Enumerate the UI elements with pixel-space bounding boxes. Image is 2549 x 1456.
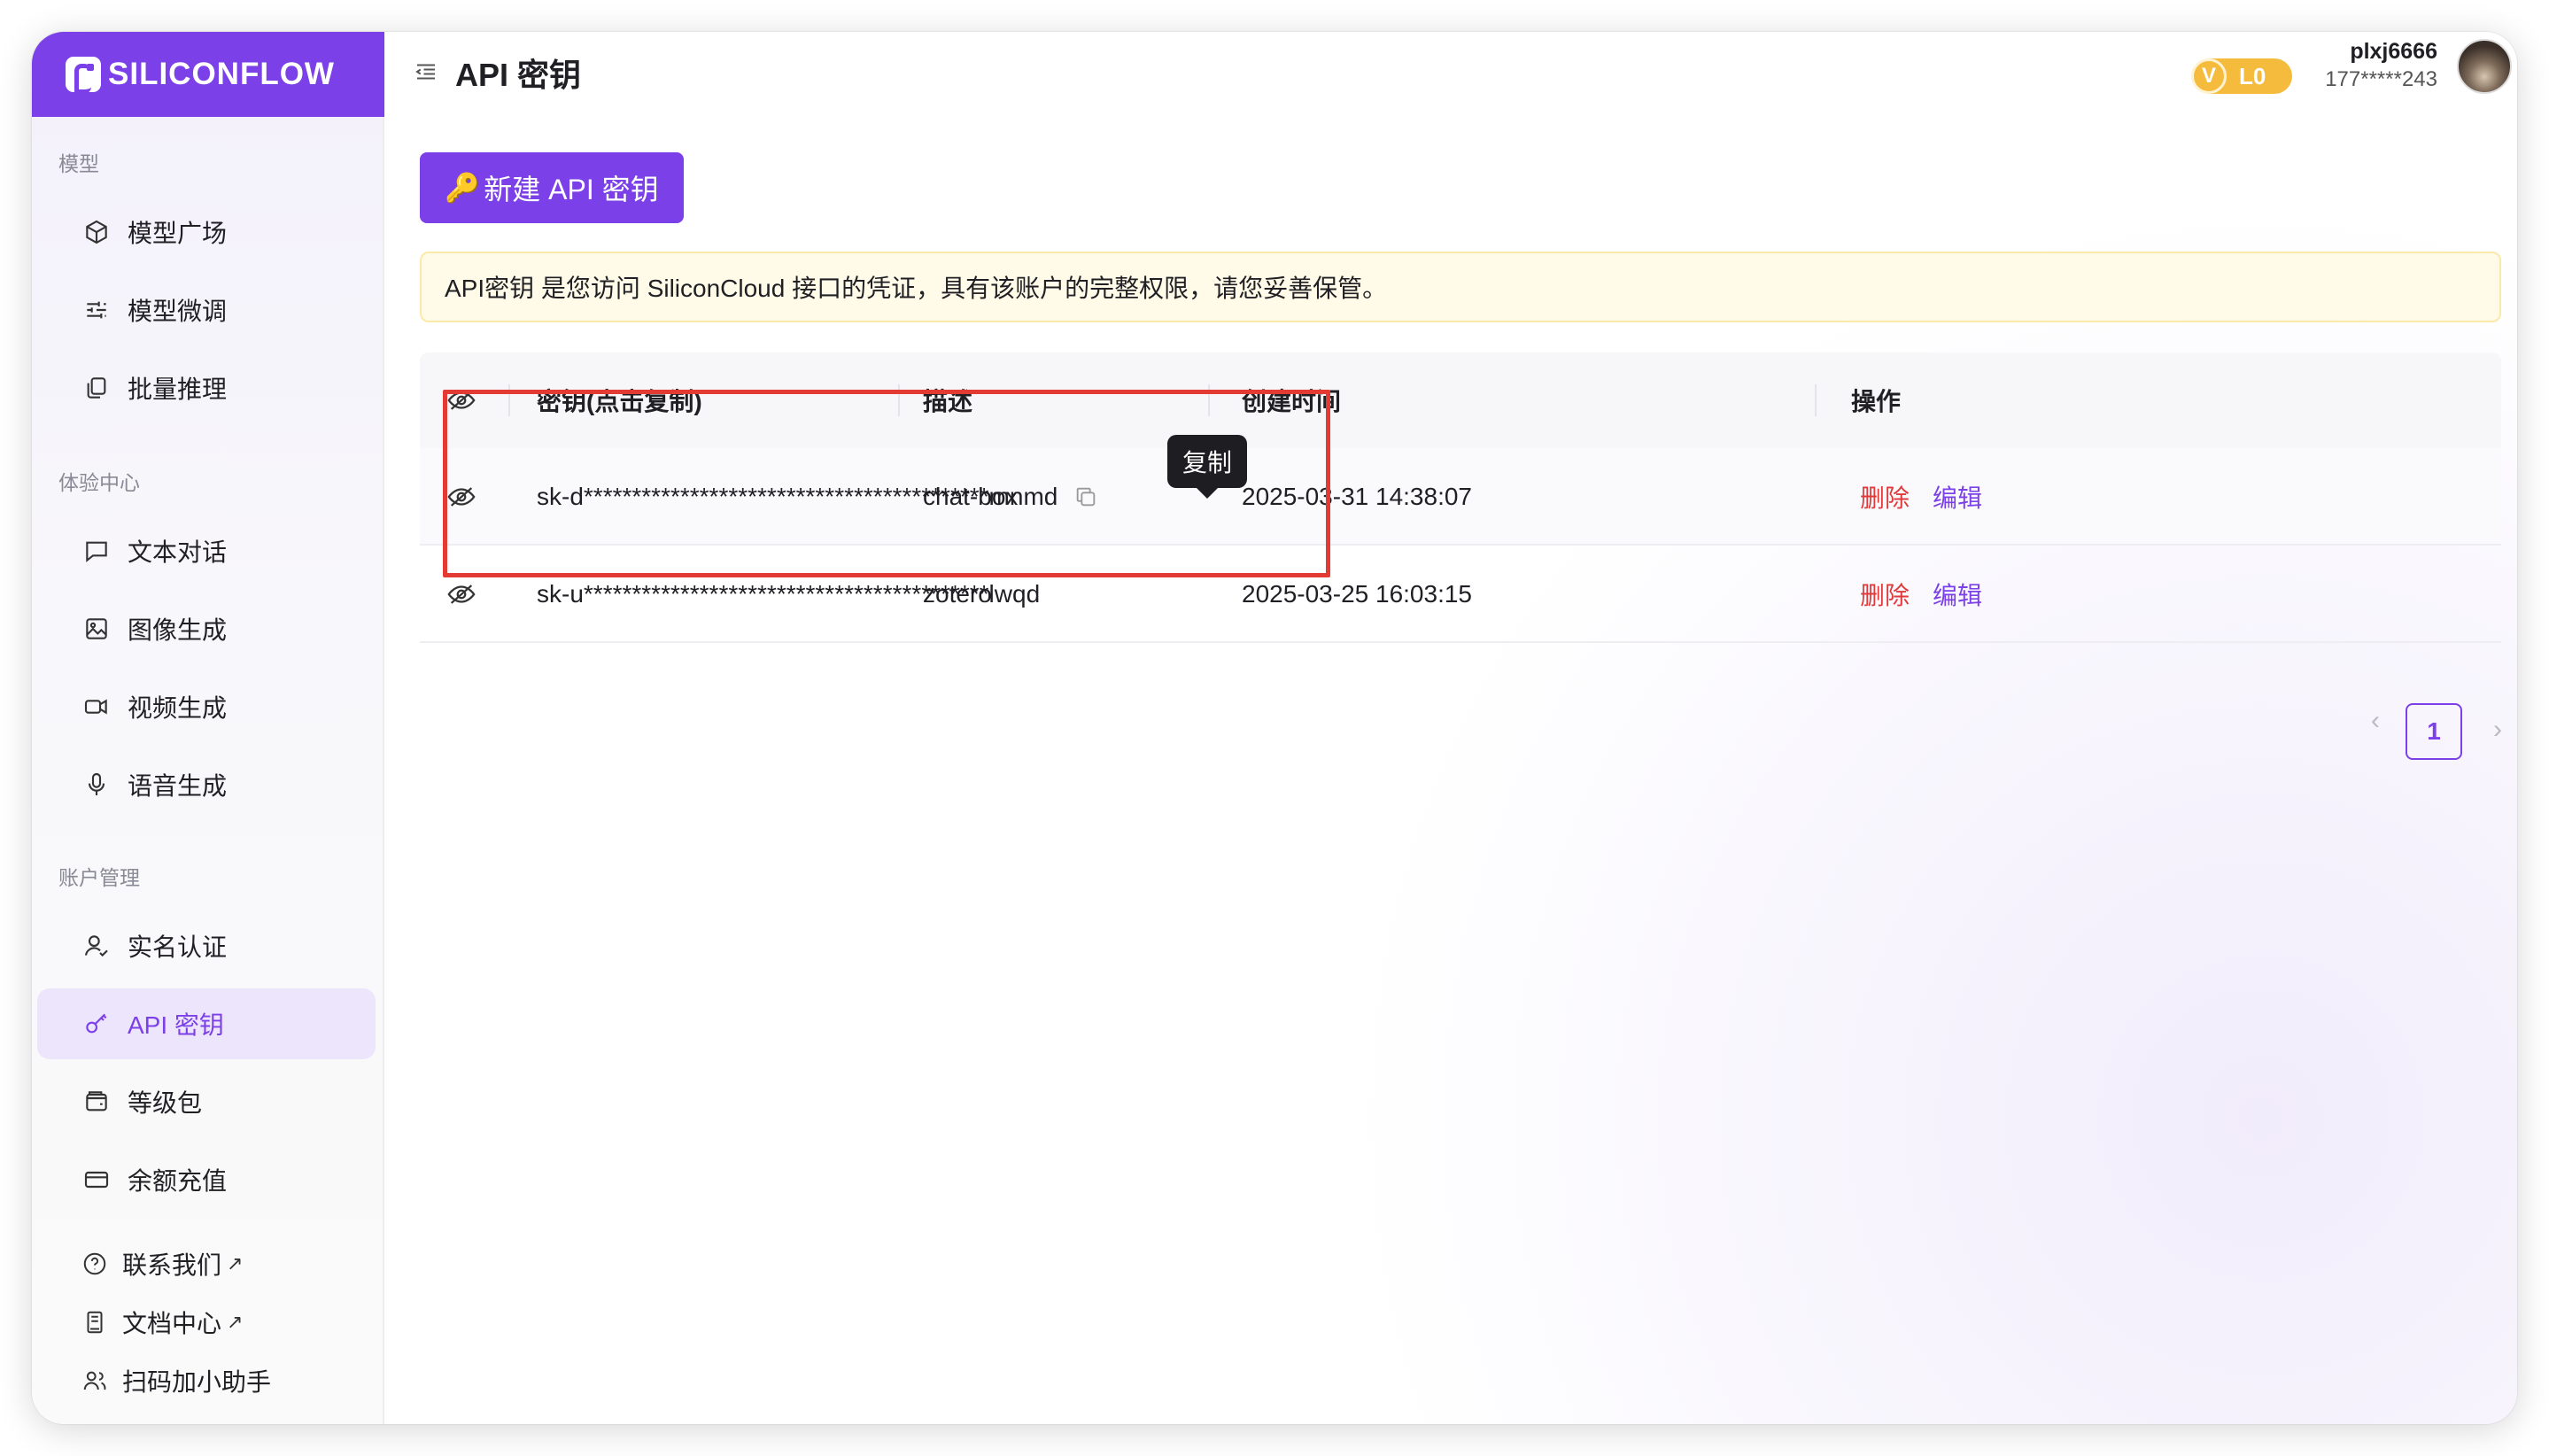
sidebar-link-label: 联系我们: [122, 1251, 222, 1279]
credit-card-icon: [81, 1165, 112, 1195]
section-label-playground: 体验中心: [58, 471, 140, 494]
sidebar-item-recharge[interactable]: 余额充值: [37, 1144, 376, 1215]
sidebar-item-label: 文本对话: [128, 538, 228, 566]
brand-name: SILICONFLOW: [108, 57, 335, 91]
pagination-prev-button[interactable]: ‹: [2358, 703, 2393, 739]
edit-button[interactable]: 编辑: [1933, 479, 1982, 515]
sidebar-item-label: 批量推理: [128, 376, 228, 403]
key-icon: [81, 1009, 112, 1039]
sidebar-link-label: 扫码加小助手: [122, 1368, 272, 1396]
delete-button[interactable]: 删除: [1860, 479, 1910, 515]
sidebar-link-label: 文档中心: [122, 1310, 222, 1337]
sidebar-item-video-gen[interactable]: 视频生成: [37, 671, 376, 742]
external-link-icon: ↗: [227, 1252, 244, 1274]
eye-off-icon: [447, 585, 476, 604]
section-label-account: 账户管理: [58, 866, 140, 889]
sliders-icon: [81, 295, 112, 325]
help-circle-icon: [81, 1251, 108, 1277]
level-text: L0: [2239, 62, 2266, 89]
wallet-icon: [81, 1087, 112, 1117]
external-link-icon: ↗: [227, 1311, 244, 1333]
sidebar-item-model-square[interactable]: 模型广场: [37, 197, 376, 267]
sidebar-item-label: 图像生成: [128, 616, 228, 644]
sidebar-item-label: 余额充值: [128, 1167, 228, 1195]
sidebar-item-label: 视频生成: [128, 694, 228, 722]
pagination-page-button[interactable]: 1: [2406, 703, 2462, 760]
key-emoji-icon: 🔑: [445, 172, 481, 204]
sidebar-item-fine-tune[interactable]: 模型微调: [37, 275, 376, 345]
sidebar-item-label: 模型微调: [128, 298, 228, 325]
sidebar-link-docs[interactable]: 文档中心 ↗: [81, 1300, 243, 1344]
sidebar-item-verification[interactable]: 实名认证: [37, 910, 376, 981]
sidebar-item-text-chat[interactable]: 文本对话: [37, 515, 376, 586]
copy-tooltip: 复制: [1167, 435, 1247, 499]
cube-icon: [81, 217, 112, 247]
users-icon: [81, 1367, 108, 1394]
row-actions: 删除 编辑: [1860, 546, 1982, 643]
sidebar-item-batch-inference[interactable]: 批量推理: [37, 352, 376, 423]
vip-icon: V: [2191, 58, 2227, 94]
video-camera-icon: [81, 692, 112, 722]
microphone-icon: [81, 770, 112, 800]
logo-icon: [66, 57, 101, 94]
copy-stack-icon: [81, 373, 112, 403]
notice-banner: API密钥 是您访问 SiliconCloud 接口的凭证，具有该账户的完整权限…: [420, 252, 2501, 322]
sidebar-item-image-gen[interactable]: 图像生成: [37, 593, 376, 664]
edit-button[interactable]: 编辑: [1933, 577, 1982, 612]
sidebar-item-label: 模型广场: [128, 220, 228, 247]
user-check-icon: [81, 931, 112, 961]
notice-text: API密钥 是您访问 SiliconCloud 接口的凭证，具有该账户的完整权限…: [445, 275, 1388, 302]
level-badge[interactable]: V L0: [2191, 58, 2292, 94]
pagination-next-button[interactable]: ›: [2480, 712, 2515, 747]
header: API 密钥 V L0 plxj6666 177*****243: [386, 32, 2517, 117]
user-phone: 177*****243: [2325, 67, 2437, 91]
chat-bubble-icon: [81, 536, 112, 566]
document-icon: [81, 1309, 108, 1336]
sidebar-item-label: 等级包: [128, 1089, 203, 1117]
menu-fold-icon[interactable]: [413, 58, 439, 85]
app-window: SILICONFLOW 模型 模型广场 模型微调 批量推理 体验中心 文本对话 …: [32, 32, 2517, 1424]
avatar[interactable]: [2457, 39, 2512, 94]
new-api-key-label: 新建 API 密钥: [484, 174, 659, 205]
section-label-models: 模型: [58, 152, 99, 175]
sidebar-item-label: 语音生成: [128, 772, 228, 800]
sidebar-link-assistant[interactable]: 扫码加小助手: [81, 1359, 271, 1403]
delete-button[interactable]: 删除: [1860, 577, 1910, 612]
new-api-key-button[interactable]: 🔑 新建 API 密钥: [420, 152, 684, 223]
sidebar-item-level-pack[interactable]: 等级包: [37, 1066, 376, 1137]
column-header-actions: 操作: [1851, 388, 1902, 415]
sidebar-item-label: 实名认证: [128, 933, 228, 961]
column-separator: [1815, 384, 1817, 416]
sidebar: SILICONFLOW 模型 模型广场 模型微调 批量推理 体验中心 文本对话 …: [32, 32, 384, 1424]
sidebar-item-api-keys[interactable]: API 密钥: [37, 988, 376, 1059]
logo-bar[interactable]: SILICONFLOW: [32, 32, 384, 117]
row-actions: 删除 编辑: [1860, 448, 1982, 546]
sidebar-item-label: API 密钥: [128, 1011, 224, 1039]
image-icon: [81, 614, 112, 644]
user-name: plxj6666: [2350, 39, 2437, 64]
main-content: API 密钥 V L0 plxj6666 177*****243 🔑 新建 AP…: [386, 32, 2517, 1424]
sidebar-item-speech-gen[interactable]: 语音生成: [37, 749, 376, 820]
sidebar-link-contact[interactable]: 联系我们 ↗: [81, 1242, 243, 1286]
page-title: API 密钥: [455, 57, 582, 93]
